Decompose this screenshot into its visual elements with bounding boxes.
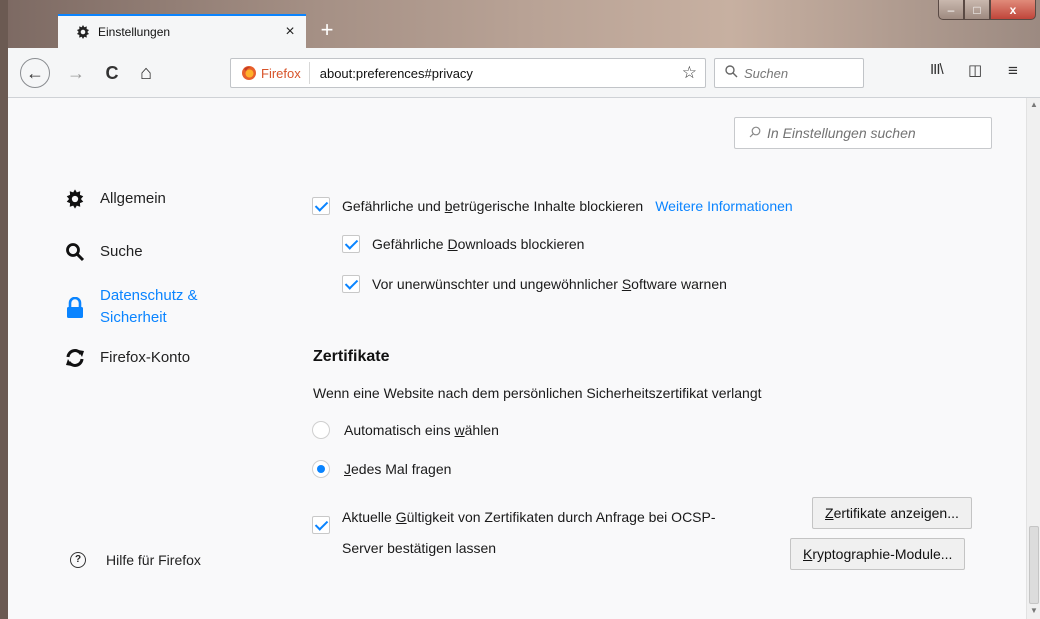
url-text[interactable]: about:preferences#privacy xyxy=(320,66,682,81)
category-label-line1: Datenschutz & xyxy=(100,287,198,304)
preferences-content: In Einstellungen suchen Allgemein Suche … xyxy=(8,98,1026,619)
scroll-down-icon[interactable]: ▼ xyxy=(1030,606,1038,615)
block-downloads-option: Gefährliche Downloads blockieren xyxy=(342,235,584,253)
close-window-button[interactable]: x xyxy=(990,0,1036,20)
block-downloads-checkbox[interactable] xyxy=(342,235,360,253)
search-placeholder: Suchen xyxy=(744,65,789,81)
gear-icon xyxy=(64,188,86,210)
category-firefox-konto[interactable]: Firefox-Konto xyxy=(64,347,190,369)
category-allgemein[interactable]: Allgemein xyxy=(64,188,166,210)
window-controls: – □ x xyxy=(938,0,1036,22)
category-label: Suche xyxy=(100,243,143,260)
url-bar[interactable]: Firefox about:preferences#privacy ☆ xyxy=(230,58,706,88)
home-button[interactable]: ⌂ xyxy=(132,59,160,87)
cert-auto-label[interactable]: Automatisch eins wählen xyxy=(344,422,499,438)
content-scrollbar[interactable]: ▲ ▼ xyxy=(1026,98,1040,619)
search-icon xyxy=(64,241,86,263)
sidebar-icon[interactable]: ◫ xyxy=(968,61,982,79)
scroll-up-icon[interactable]: ▲ xyxy=(1030,100,1038,109)
category-label: Firefox-Konto xyxy=(100,349,191,366)
menu-icon[interactable]: ≡ xyxy=(1008,61,1018,81)
cert-ask-option: Jedes Mal fragen xyxy=(312,460,451,478)
ocsp-checkbox[interactable] xyxy=(312,516,330,534)
view-certificates-button[interactable]: Zertifikate anzeigen... xyxy=(812,497,972,529)
certificates-heading: Zertifikate xyxy=(313,348,390,365)
search-icon xyxy=(749,126,761,141)
sync-icon xyxy=(64,347,86,369)
scrollbar-thumb[interactable] xyxy=(1029,526,1039,604)
browser-window: Einstellungen × + – □ x ← → C ⌂ Firefox … xyxy=(8,0,1040,619)
block-dangerous-checkbox[interactable] xyxy=(312,197,330,215)
tab-title: Einstellungen xyxy=(98,25,171,39)
warn-software-option: Vor unerwünschter und ungewöhnlicher Sof… xyxy=(342,275,727,293)
block-downloads-label[interactable]: Gefährliche Downloads blockieren xyxy=(372,236,584,252)
nav-bar: ← → C ⌂ Firefox about:preferences#privac… xyxy=(8,48,1040,98)
help-icon: ? xyxy=(70,552,86,568)
cert-ask-radio[interactable] xyxy=(312,460,330,478)
warn-software-checkbox[interactable] xyxy=(342,275,360,293)
cert-ask-label[interactable]: Jedes Mal fragen xyxy=(344,461,451,477)
gear-icon xyxy=(74,23,92,41)
search-bar[interactable]: Suchen xyxy=(714,58,864,88)
crypto-modules-button[interactable]: Kryptographie-Module... xyxy=(790,538,966,570)
identity-label: Firefox xyxy=(261,65,301,81)
tab-strip: Einstellungen × + – □ x xyxy=(8,0,1040,48)
cert-auto-option: Automatisch eins wählen xyxy=(312,421,499,439)
search-icon xyxy=(725,65,738,81)
bookmark-star-icon[interactable]: ☆ xyxy=(682,63,697,83)
preferences-search-placeholder: In Einstellungen suchen xyxy=(767,125,916,141)
new-tab-button[interactable]: + xyxy=(314,18,340,44)
forward-button[interactable]: → xyxy=(62,59,90,87)
certificates-description: Wenn eine Website nach dem persönlichen … xyxy=(313,385,762,401)
category-suche[interactable]: Suche xyxy=(64,241,143,263)
back-button[interactable]: ← xyxy=(20,58,50,88)
block-dangerous-label[interactable]: Gefährliche und betrügerische Inhalte bl… xyxy=(342,198,643,214)
maximize-button[interactable]: □ xyxy=(964,0,990,20)
tab-einstellungen[interactable]: Einstellungen × xyxy=(58,14,306,48)
close-tab-icon[interactable]: × xyxy=(280,23,300,41)
lock-icon xyxy=(64,297,86,319)
block-dangerous-option: Gefährliche und betrügerische Inhalte bl… xyxy=(312,197,793,215)
warn-software-label[interactable]: Vor unerwünschter und ungewöhnlicher Sof… xyxy=(372,276,727,292)
library-icon[interactable]: III\ xyxy=(930,61,944,78)
ocsp-label[interactable]: Aktuelle Gültigkeit von Zertifikaten dur… xyxy=(342,502,716,564)
more-info-link[interactable]: Weitere Informationen xyxy=(655,198,792,214)
category-label: Datenschutz & Sicherheit xyxy=(100,285,198,329)
help-label: Hilfe für Firefox xyxy=(106,552,201,568)
firefox-logo-icon xyxy=(241,65,257,81)
preferences-search-input[interactable]: In Einstellungen suchen xyxy=(734,117,992,149)
help-link[interactable]: ? Hilfe für Firefox xyxy=(70,552,201,568)
cert-auto-radio[interactable] xyxy=(312,421,330,439)
minimize-button[interactable]: – xyxy=(938,0,964,20)
ocsp-option: Aktuelle Gültigkeit von Zertifikaten dur… xyxy=(312,502,716,564)
category-label-line2: Sicherheit xyxy=(100,309,167,326)
url-separator xyxy=(308,62,310,84)
reload-button[interactable]: C xyxy=(98,59,126,87)
category-label: Allgemein xyxy=(100,190,166,207)
category-datenschutz[interactable]: Datenschutz & Sicherheit xyxy=(64,285,198,329)
